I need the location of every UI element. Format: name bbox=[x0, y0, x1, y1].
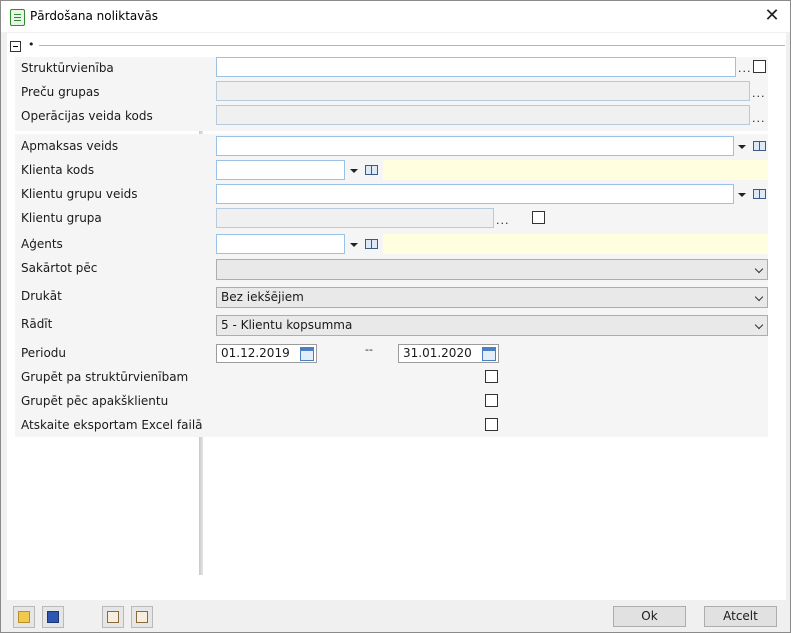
label-apmaksas-veids: Apmaksas veids bbox=[21, 139, 119, 153]
calendar-icon[interactable] bbox=[482, 347, 496, 361]
radit-value: 5 - Klientu kopsumma bbox=[221, 318, 353, 332]
sakartot-pec-select[interactable] bbox=[216, 259, 768, 280]
period-from-date[interactable]: 01.12.2019 bbox=[216, 344, 317, 363]
period-to-date[interactable]: 31.01.2020 bbox=[398, 344, 499, 363]
drukat-select[interactable]: Bez iekšējiem bbox=[216, 287, 768, 308]
label-strukturvieniba: Struktūrvienība bbox=[21, 61, 114, 75]
precu-grupas-browse-button[interactable]: ... bbox=[752, 87, 766, 100]
label-drukat: Drukāt bbox=[21, 289, 62, 303]
row-grupet-apakskl: Grupēt pēc apakšklientu bbox=[15, 389, 768, 413]
klientu-grupa-input[interactable] bbox=[216, 208, 494, 228]
paste-button[interactable] bbox=[131, 606, 153, 628]
grupet-struktur-checkbox[interactable] bbox=[485, 370, 498, 383]
klientu-grupu-veids-lookup-book-icon[interactable] bbox=[753, 189, 766, 199]
grupet-apakskl-checkbox[interactable] bbox=[485, 394, 498, 407]
row-periodu: Periodu bbox=[15, 340, 768, 365]
ok-button[interactable]: Ok bbox=[613, 606, 686, 627]
klienta-kods-input[interactable] bbox=[216, 160, 345, 180]
form-panel: • Struktūrvienība ... Preču grupas ... O… bbox=[7, 33, 786, 600]
klientu-grupu-veids-input[interactable] bbox=[216, 184, 734, 204]
klientu-grupa-checkbox[interactable] bbox=[532, 211, 545, 224]
strukturvieniba-browse-button[interactable]: ... bbox=[738, 62, 752, 75]
chevron-down-icon bbox=[754, 264, 764, 274]
klienta-kods-dropdown-arrow-icon[interactable] bbox=[350, 169, 358, 173]
label-grupet-struktur: Grupēt pa struktūrvienībam bbox=[21, 370, 189, 384]
period-to-value: 31.01.2020 bbox=[403, 346, 472, 360]
period-from-value: 01.12.2019 bbox=[221, 346, 290, 360]
drukat-value: Bez iekšējiem bbox=[221, 290, 304, 304]
dialog-window: Pārdošana noliktavās ✕ • Struktūrvienība… bbox=[0, 0, 791, 633]
clipboard-icon bbox=[107, 611, 119, 623]
label-precu-grupas: Preču grupas bbox=[21, 85, 100, 99]
label-klientu-grupu-veids: Klientu grupu veids bbox=[21, 187, 138, 201]
agents-input[interactable] bbox=[216, 234, 345, 254]
row-excel: Atskaite eksportam Excel failā bbox=[15, 413, 768, 437]
label-periodu: Periodu bbox=[21, 346, 67, 360]
apmaksas-dropdown-arrow-icon[interactable] bbox=[738, 145, 746, 149]
open-folder-icon bbox=[18, 611, 30, 623]
paste-icon bbox=[136, 611, 148, 623]
klienta-kods-lookup-book-icon[interactable] bbox=[365, 165, 378, 175]
excel-checkbox[interactable] bbox=[485, 418, 498, 431]
cancel-button[interactable]: Atcelt bbox=[704, 606, 777, 627]
label-sakartot-pec: Sakārtot pēc bbox=[21, 261, 98, 275]
title-bar: Pārdošana noliktavās ✕ bbox=[1, 1, 790, 32]
precu-grupas-input[interactable] bbox=[216, 81, 750, 101]
save-button[interactable] bbox=[42, 606, 64, 628]
label-klientu-grupa: Klientu grupa bbox=[21, 211, 102, 225]
operacijas-veida-kods-input[interactable] bbox=[216, 105, 750, 125]
agents-lookup-book-icon[interactable] bbox=[365, 239, 378, 249]
open-button[interactable] bbox=[13, 606, 35, 628]
group-divider bbox=[39, 45, 785, 46]
label-grupet-apakskl: Grupēt pēc apakšklientu bbox=[21, 394, 169, 408]
label-operacijas-veida-kods: Operācijas veida kods bbox=[21, 109, 153, 123]
row-grupet-struktur: Grupēt pa struktūrvienībam bbox=[15, 365, 768, 389]
strukturvieniba-checkbox[interactable] bbox=[753, 60, 766, 73]
label-radit: Rādīt bbox=[21, 317, 53, 331]
agents-name-display bbox=[383, 234, 768, 254]
calendar-icon[interactable] bbox=[300, 347, 314, 361]
label-agents: Aģents bbox=[21, 237, 63, 251]
chevron-down-icon bbox=[754, 320, 764, 330]
collapse-icon[interactable] bbox=[10, 41, 21, 52]
group-bullet: • bbox=[28, 38, 35, 51]
label-excel: Atskaite eksportam Excel failā bbox=[21, 418, 203, 432]
apmaksas-lookup-book-icon[interactable] bbox=[753, 141, 766, 151]
window-title: Pārdošana noliktavās bbox=[30, 9, 158, 23]
klientu-grupa-browse-button[interactable]: ... bbox=[496, 214, 510, 227]
chevron-down-icon bbox=[754, 292, 764, 302]
strukturvieniba-input[interactable] bbox=[216, 57, 736, 77]
copy-button[interactable] bbox=[102, 606, 124, 628]
klientu-grupu-veids-dropdown-arrow-icon[interactable] bbox=[738, 193, 746, 197]
close-button[interactable]: ✕ bbox=[760, 5, 784, 27]
klienta-name-display bbox=[383, 160, 768, 180]
period-separator: -- bbox=[365, 343, 373, 356]
label-klienta-kods: Klienta kods bbox=[21, 163, 95, 177]
save-icon bbox=[47, 611, 59, 623]
apmaksas-veids-input[interactable] bbox=[216, 136, 734, 156]
document-icon bbox=[10, 9, 25, 26]
operacijas-browse-button[interactable]: ... bbox=[752, 112, 766, 125]
agents-dropdown-arrow-icon[interactable] bbox=[350, 243, 358, 247]
dialog-footer: Ok Atcelt bbox=[1, 601, 790, 632]
radit-select[interactable]: 5 - Klientu kopsumma bbox=[216, 315, 768, 336]
